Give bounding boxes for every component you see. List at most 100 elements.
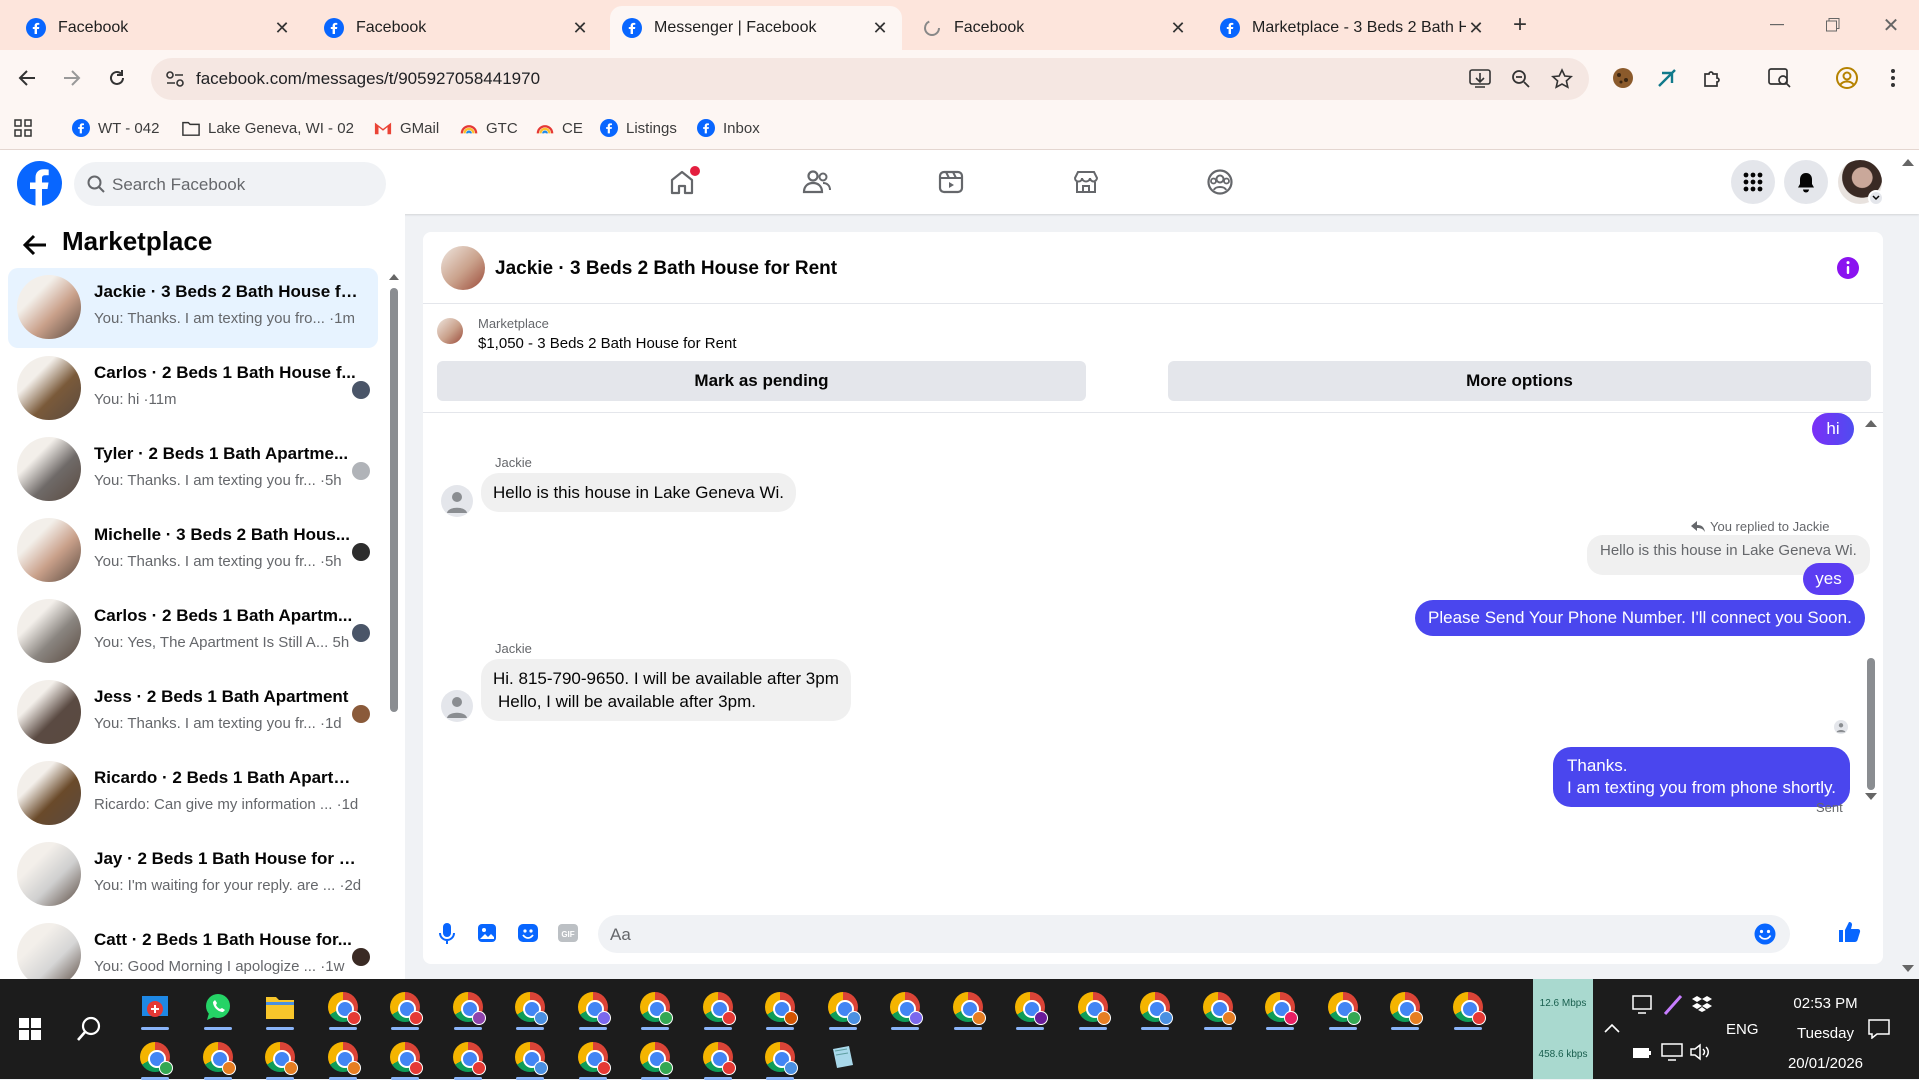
close-tab-icon[interactable]: ✕ [870,18,890,38]
conversation-item[interactable]: Carlos · 2 Beds 1 Bath House f... You: hi… [8,349,378,429]
browser-tab-1[interactable]: Facebook ✕ [14,6,304,50]
conversation-item[interactable]: Carlos · 2 Beds 1 Bath Apartm... You: Yes… [8,592,378,672]
files2-app-button[interactable] [823,1037,863,1077]
close-tab-icon[interactable]: ✕ [570,18,590,38]
scroll-down-icon[interactable] [1865,793,1877,801]
chrome-window-button[interactable] [885,987,925,1030]
back-button[interactable] [10,61,44,95]
chrome-window-button[interactable] [635,1037,675,1080]
battery-icon[interactable] [1632,1046,1652,1060]
nav-friends[interactable] [795,160,839,204]
conversation-item[interactable]: Jay · 2 Beds 1 Bath House for Rent You: I… [8,835,378,915]
listing-thumbnail[interactable] [437,318,463,344]
gif-icon[interactable]: GIF [558,924,578,942]
scroll-up-icon[interactable] [389,272,399,280]
volume-icon[interactable] [1690,1043,1712,1061]
bookmark-wt-042[interactable]: WT - 042 [72,117,159,139]
bookmark-ce[interactable]: CE [536,117,583,139]
info-icon[interactable] [1837,257,1859,279]
chrome-window-button[interactable] [135,1037,175,1080]
chrome-window-button[interactable] [698,1037,738,1080]
search-button[interactable] [69,1009,109,1049]
chat-title[interactable]: Jackie · 3 Beds 2 Bath House for Rent [495,258,837,280]
facebook-search-input[interactable]: Search Facebook [74,162,386,206]
close-tab-icon[interactable]: ✕ [272,18,292,38]
conversation-item[interactable]: Jackie · 3 Beds 2 Bath House for... You: … [8,268,378,348]
contact-avatar[interactable] [441,690,473,722]
chrome-window-button[interactable] [198,1037,238,1080]
chrome-window-button[interactable] [573,1037,613,1080]
chrome-window-button[interactable] [823,987,863,1030]
dropbox-icon[interactable] [1692,995,1712,1013]
account-chevron-icon[interactable] [1868,190,1884,206]
emoji-icon[interactable] [1754,923,1776,945]
start-button[interactable] [10,1009,50,1049]
cookie-extension-button[interactable] [1606,61,1640,95]
chrome-window-button[interactable] [1135,987,1175,1030]
page-scroll-down-icon[interactable] [1902,965,1914,973]
minimize-button[interactable] [1762,10,1792,40]
reload-button[interactable] [100,61,134,95]
chrome-window-button[interactable] [1260,987,1300,1030]
network-speed-widget[interactable]: 12.6 Mbps 458.6 kbps [1533,979,1593,1079]
zoom-out-icon[interactable] [1511,69,1531,89]
restore-button[interactable] [1818,10,1848,40]
notification-center-icon[interactable] [1868,1019,1890,1039]
chrome-window-button[interactable] [385,1037,425,1080]
bookmark-star-icon[interactable] [1551,68,1573,90]
nav-groups[interactable] [1198,160,1242,204]
notifications-button[interactable] [1784,160,1828,204]
mark-as-pending-button[interactable]: Mark as pending [437,361,1086,401]
sidebar-scrollbar[interactable] [387,272,401,1028]
image-icon[interactable] [477,923,497,943]
listing-avatar[interactable] [441,246,485,290]
chrome-window-button[interactable] [635,987,675,1030]
browser-tab-4[interactable]: Facebook ✕ [910,6,1200,50]
install-app-icon[interactable] [1469,69,1491,89]
sticker-icon[interactable] [517,923,539,943]
back-arrow-icon[interactable] [22,234,48,256]
chrome-window-button[interactable] [1323,987,1363,1030]
outgoing-message[interactable]: hi [1812,413,1854,445]
chrome-window-button[interactable] [1448,987,1488,1030]
outgoing-message[interactable]: Please Send Your Phone Number. I'll conn… [1415,600,1865,636]
menu-button[interactable] [1731,160,1775,204]
facebook-logo-icon[interactable] [17,161,62,206]
bookmark-listings[interactable]: Listings [600,117,677,139]
extension-button[interactable] [1650,61,1684,95]
page-scroll-up-icon[interactable] [1902,158,1914,166]
bookmark-inbox[interactable]: Inbox [697,117,760,139]
files-app-button[interactable] [260,987,300,1030]
thread-scrollbar-thumb[interactable] [1867,658,1875,790]
conversation-item[interactable]: Ricardo · 2 Beds 1 Bath Apartme... Ricard… [8,754,378,834]
close-tab-icon[interactable]: ✕ [1466,18,1486,38]
chrome-window-button[interactable] [573,987,613,1030]
display-icon[interactable] [1632,995,1654,1015]
nav-home[interactable] [660,160,704,204]
conversation-item[interactable]: Jess · 2 Beds 1 Bath Apartment You: Thank… [8,673,378,753]
chrome-window-button[interactable] [448,987,488,1030]
chrome-window-button[interactable] [323,1037,363,1080]
chrome-window-button[interactable] [698,987,738,1030]
close-tab-icon[interactable]: ✕ [1168,18,1188,38]
chrome-window-button[interactable] [1073,987,1113,1030]
nav-video[interactable] [929,160,973,204]
chrome-window-button[interactable] [760,987,800,1030]
thumbs-up-icon[interactable] [1837,920,1861,944]
outgoing-message[interactable]: yes [1803,563,1854,595]
chrome-window-button[interactable] [510,987,550,1030]
close-window-button[interactable]: ✕ [1876,10,1906,40]
chrome-window-button[interactable] [260,1037,300,1080]
pen-icon[interactable] [1662,993,1684,1017]
apps-button[interactable] [14,117,40,139]
browser-tab-3-active[interactable]: Messenger | Facebook ✕ [610,6,902,50]
bookmark-lake-geneva[interactable]: Lake Geneva, WI - 02 [182,117,354,139]
language-indicator[interactable]: ENG [1726,1021,1759,1038]
incoming-message[interactable]: Hello is this house in Lake Geneva Wi. [481,473,797,512]
bookmark-gmail[interactable]: GMail [374,117,439,139]
bookmark-gtc[interactable]: GTC [460,117,518,139]
message-input[interactable]: Aa [598,915,1790,953]
incoming-message[interactable]: Hi. 815-790-9650. I will be available af… [481,659,851,721]
listing-price[interactable]: $1,050 - 3 Beds 2 Bath House for Rent [478,335,737,352]
browser-tab-2[interactable]: Facebook ✕ [312,6,602,50]
